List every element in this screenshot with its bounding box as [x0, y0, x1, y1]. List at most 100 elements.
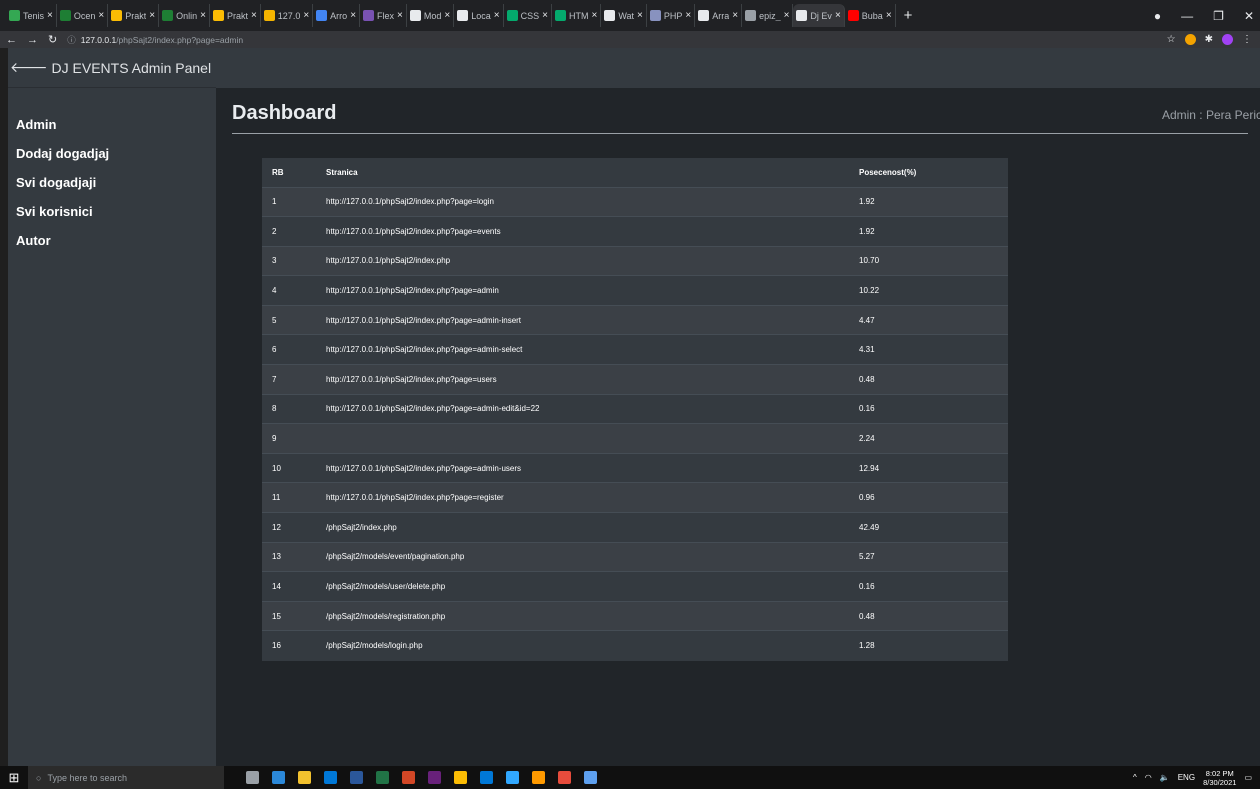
browser-tab[interactable]: HTM ×: [552, 4, 602, 27]
tab-close-icon[interactable]: ×: [542, 10, 548, 21]
taskbar-app-icon[interactable]: [454, 771, 467, 784]
tab-close-icon[interactable]: ×: [251, 10, 257, 21]
tray-chevron-icon[interactable]: ^: [1133, 773, 1137, 782]
tab-favicon-icon: [457, 10, 469, 21]
taskbar-app-icon[interactable]: [558, 771, 571, 784]
tab-close-icon[interactable]: ×: [494, 10, 500, 21]
tab-close-icon[interactable]: ×: [685, 10, 691, 21]
browser-tab[interactable]: Arro ×: [313, 4, 361, 27]
network-icon[interactable]: ◠: [1145, 773, 1152, 782]
extensions-area: ☆ ✱ ⋮: [1167, 31, 1252, 48]
taskbar-app-icon[interactable]: [298, 771, 311, 784]
reload-icon[interactable]: ↻: [48, 33, 57, 46]
tab-close-icon[interactable]: ×: [200, 10, 206, 21]
taskbar-app-icon[interactable]: [376, 771, 389, 784]
browser-tab[interactable]: Prakt ×: [210, 4, 261, 27]
bookmark-star-icon[interactable]: ☆: [1167, 34, 1176, 45]
browser-tab[interactable]: Loca ×: [454, 4, 504, 27]
puzzle-icon[interactable]: ✱: [1205, 34, 1213, 45]
tab-close-icon[interactable]: ×: [835, 10, 841, 21]
browser-tab[interactable]: Mod ×: [407, 4, 455, 27]
browser-tab[interactable]: CSS ×: [504, 4, 552, 27]
taskbar-app-icon[interactable]: [324, 771, 337, 784]
browser-tab[interactable]: 127.0 ×: [261, 4, 314, 27]
browser-tab[interactable]: PHP ×: [647, 4, 696, 27]
sidebar-item-svi-dogadjaji[interactable]: Svi dogadjaji: [8, 168, 216, 197]
tab-title: Ocen: [73, 10, 96, 21]
address-bar[interactable]: ⓘ 127.0.0.1/phpSajt2/index.php?page=admi…: [67, 34, 243, 46]
sidebar-item-dodaj-dogadjaj[interactable]: Dodaj dogadjaj: [8, 139, 216, 168]
volume-icon[interactable]: 🔈: [1160, 773, 1170, 782]
tab-close-icon[interactable]: ×: [397, 10, 403, 21]
forward-icon[interactable]: →: [27, 34, 38, 46]
tab-close-icon[interactable]: ×: [47, 10, 53, 21]
tab-favicon-icon: [111, 10, 123, 21]
clock[interactable]: 8:02 PM 8/30/2021: [1203, 769, 1236, 787]
brand-title: DJ EVENTS Admin Panel: [51, 59, 212, 76]
browser-tab[interactable]: Flex ×: [360, 4, 407, 27]
tab-close-icon[interactable]: ×: [350, 10, 356, 21]
cell-rb: 10: [262, 452, 316, 483]
tab-favicon-icon: [212, 10, 224, 21]
profile-icon[interactable]: ●: [1154, 9, 1161, 23]
taskbar-app-icon[interactable]: [246, 771, 259, 784]
cell-rb: 3: [262, 245, 316, 276]
taskbar-search[interactable]: ○ Type here to search: [28, 766, 224, 789]
tab-close-icon[interactable]: ×: [732, 10, 738, 21]
tab-close-icon[interactable]: ×: [637, 10, 643, 21]
info-icon[interactable]: ⓘ: [67, 34, 76, 46]
tab-strip: Tenis × Ocen × Prakt × Onlin × Prakt × 127.0 × Arro ×…: [0, 0, 1260, 31]
browser-tab[interactable]: epiz_ ×: [742, 4, 794, 27]
avatar[interactable]: [1222, 34, 1233, 45]
cell-stranica: http://127.0.0.1/phpSajt2/index.php?page…: [316, 216, 849, 247]
tab-close-icon[interactable]: ×: [444, 10, 450, 21]
tab-close-icon[interactable]: ×: [98, 10, 104, 21]
table-row: 8 http://127.0.0.1/phpSajt2/index.php?pag…: [262, 393, 1008, 424]
taskbar-app-icon[interactable]: [480, 771, 493, 784]
browser-tab[interactable]: Onlin ×: [159, 4, 210, 27]
browser-tab[interactable]: Dj Ev ×: [793, 4, 845, 27]
tab-close-icon[interactable]: ×: [784, 10, 790, 21]
notifications-icon[interactable]: ▭: [1244, 773, 1252, 782]
table-row: 6 http://127.0.0.1/phpSajt2/index.php?pag…: [262, 334, 1008, 365]
table-header-row: RB Stranica Posecenost(%): [262, 158, 1008, 188]
taskbar-app-icon[interactable]: [506, 771, 519, 784]
taskbar-app-icon[interactable]: [428, 771, 441, 784]
taskbar-app-icon[interactable]: [402, 771, 415, 784]
tab-favicon-icon: [263, 10, 275, 21]
windows-start-icon[interactable]: ⊞: [0, 770, 28, 786]
cell-stranica: http://127.0.0.1/phpSajt2/index.php?page…: [316, 364, 849, 395]
cell-stranica: http://127.0.0.1/phpSajt2/index.php?page…: [316, 393, 849, 424]
tab-close-icon[interactable]: ×: [149, 10, 155, 21]
tab-close-icon[interactable]: ×: [591, 10, 597, 21]
sidebar-item-svi-korisnici[interactable]: Svi korisnici: [8, 197, 216, 226]
brand-link[interactable]: 🡐 DJ EVENTS Admin Panel: [8, 48, 216, 88]
taskbar-app-icon[interactable]: [350, 771, 363, 784]
cell-stranica: /phpSajt2/models/user/delete.php: [316, 571, 849, 602]
url-host: 127.0.0.1: [80, 34, 117, 45]
sidebar-item-autor[interactable]: Autor: [8, 226, 216, 255]
taskbar-app-icon[interactable]: [272, 771, 285, 784]
browser-tab[interactable]: Prakt ×: [108, 4, 160, 27]
cell-rb: 5: [262, 304, 316, 335]
taskbar-app-icon[interactable]: [584, 771, 597, 784]
minimize-icon[interactable]: —: [1181, 9, 1193, 23]
browser-tab[interactable]: Wat ×: [601, 4, 647, 27]
sidebar-item-admin[interactable]: Admin: [8, 110, 216, 139]
browser-tab[interactable]: Buba ×: [845, 4, 896, 27]
language-indicator[interactable]: ENG: [1178, 773, 1195, 782]
browser-tab[interactable]: Ocen ×: [57, 4, 109, 27]
close-window-icon[interactable]: ✕: [1244, 9, 1254, 23]
taskbar-app-icon[interactable]: [532, 771, 545, 784]
cell-posecenost: 0.16: [849, 393, 1008, 424]
cell-rb: 12: [262, 512, 316, 543]
new-tab-button[interactable]: +: [904, 7, 913, 24]
extension-icon[interactable]: [1184, 34, 1196, 45]
browser-tab[interactable]: Arra ×: [695, 4, 743, 27]
tab-close-icon[interactable]: ×: [886, 10, 892, 21]
back-icon[interactable]: ←: [6, 34, 17, 46]
menu-icon[interactable]: ⋮: [1242, 34, 1252, 45]
browser-tab[interactable]: Tenis ×: [6, 4, 57, 27]
tab-close-icon[interactable]: ×: [303, 10, 309, 21]
maximize-icon[interactable]: ❐: [1213, 9, 1224, 23]
